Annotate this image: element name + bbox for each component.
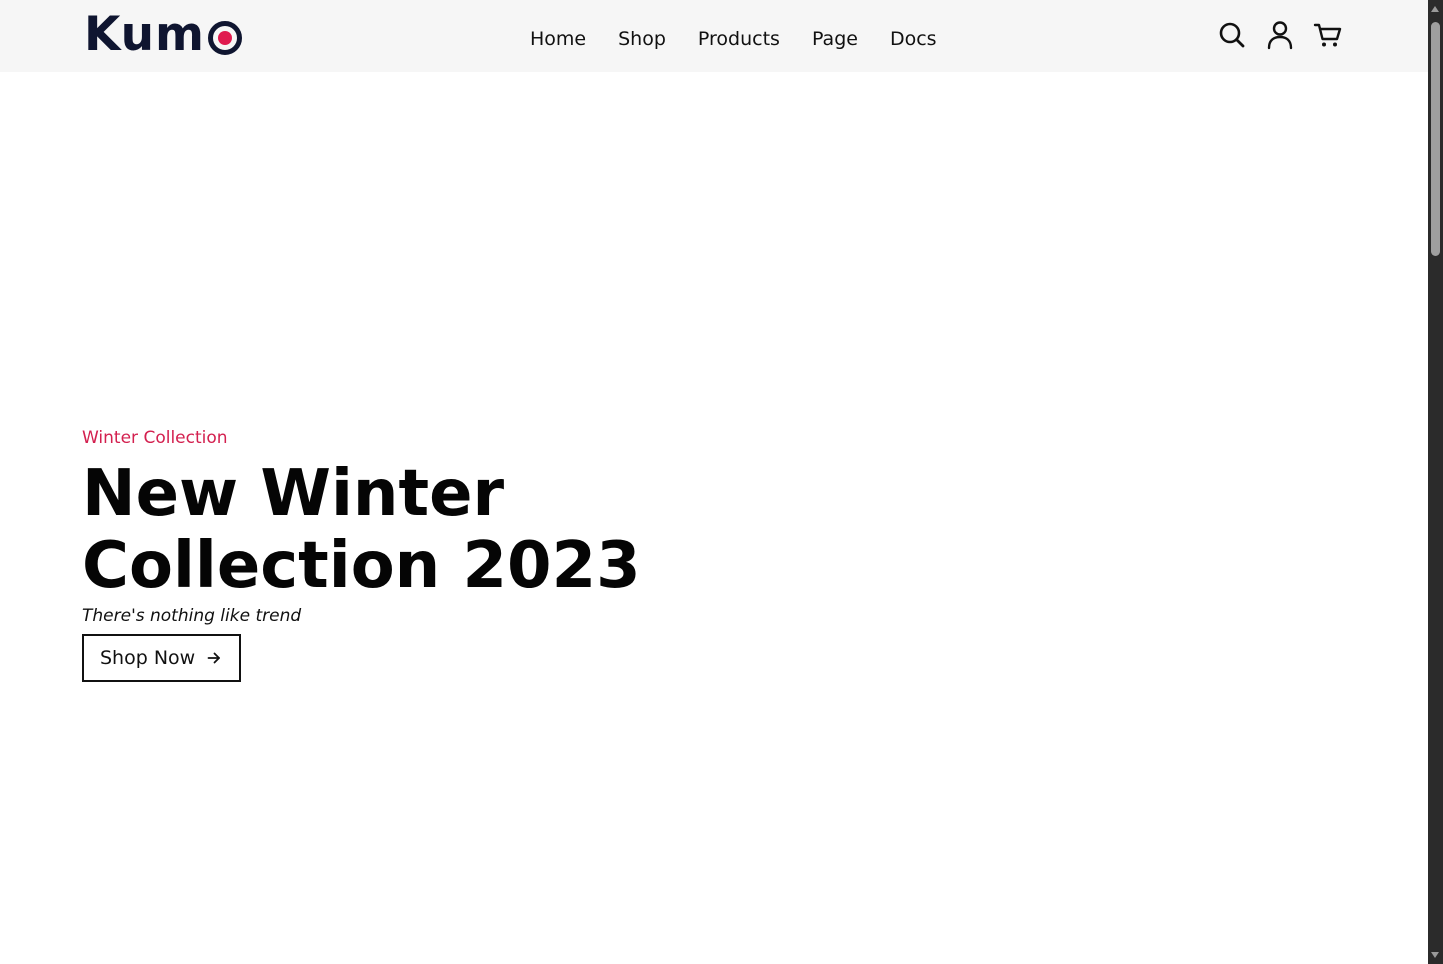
hero-section: Winter Collection New Winter Collection …: [82, 426, 782, 682]
nav-item-products[interactable]: Products: [682, 22, 796, 56]
shop-now-label: Shop Now: [100, 647, 196, 669]
arrow-right-icon: [207, 651, 221, 665]
nav-item-page[interactable]: Page: [796, 22, 874, 56]
user-icon: [1267, 21, 1293, 50]
cart-button[interactable]: [1312, 18, 1344, 52]
scroll-down-icon[interactable]: [1431, 952, 1439, 958]
hero-title: New Winter Collection 2023: [82, 457, 641, 603]
logo-text: Kum: [84, 7, 206, 62]
logo-dot: [218, 31, 233, 45]
account-button[interactable]: [1264, 18, 1296, 52]
search-button[interactable]: [1216, 18, 1248, 52]
scroll-up-icon[interactable]: [1431, 6, 1439, 12]
logo-mark-icon: [208, 21, 243, 55]
shop-now-button[interactable]: Shop Now: [82, 634, 242, 682]
main-nav: Home Shop Products Page Docs: [514, 22, 953, 56]
hero-subtitle: There's nothing like trend: [82, 606, 302, 626]
logo[interactable]: Kum: [84, 7, 243, 62]
site-header: Kum Home Shop Products Page Docs: [0, 0, 1428, 72]
page: Kum Home Shop Products Page Docs Winter …: [0, 0, 1443, 964]
nav-item-home[interactable]: Home: [514, 22, 602, 56]
nav-item-docs[interactable]: Docs: [874, 22, 953, 56]
page-scrollbar[interactable]: [1428, 0, 1443, 964]
nav-item-shop[interactable]: Shop: [602, 22, 682, 56]
cart-icon: [1313, 23, 1342, 47]
hero-eyebrow: Winter Collection: [82, 428, 228, 448]
scrollbar-thumb[interactable]: [1431, 22, 1440, 256]
search-icon: [1219, 22, 1245, 48]
header-actions: [1216, 18, 1344, 52]
